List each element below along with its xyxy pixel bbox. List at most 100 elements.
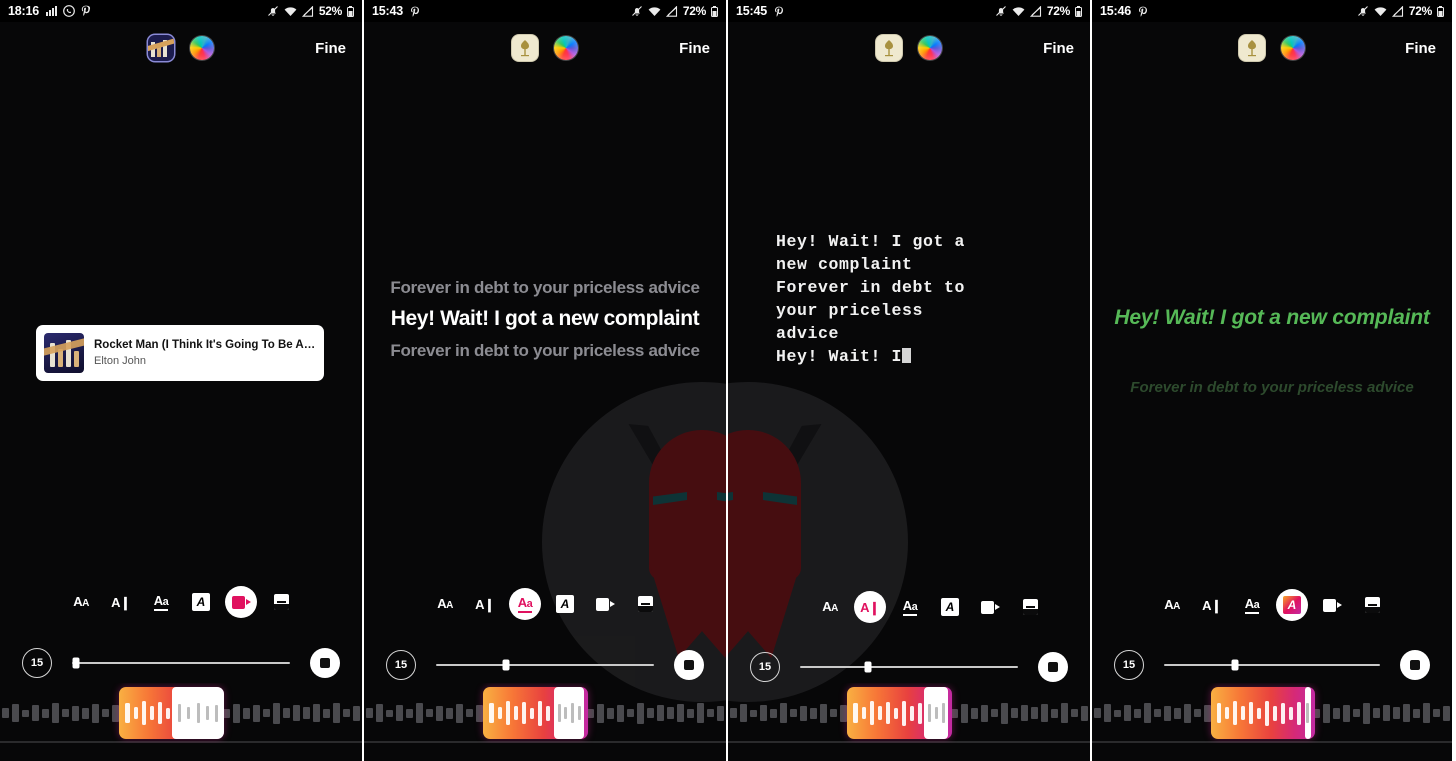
lyric-line-next: Forever in debt to your priceless advice [1130,379,1414,397]
lyrics-text-editor[interactable]: Hey! Wait! I got a new complaint Forever… [776,230,1072,368]
record-stop-button[interactable] [310,648,340,678]
video-effect-tool[interactable] [1312,588,1352,622]
wifi-icon [648,6,661,16]
font-style-tool[interactable]: Aa [505,587,545,621]
pinterest-icon [774,6,783,17]
duration-badge[interactable]: 15 [22,648,52,678]
app-bar: Fine [0,22,362,74]
light-app-icon[interactable] [1239,35,1265,61]
lyrics-overlay[interactable]: Forever in debt to your priceless advice… [364,278,726,361]
duration-badge[interactable]: 15 [386,650,416,680]
color-wheel-icon[interactable] [1281,36,1305,60]
waveform-selection[interactable] [847,687,953,739]
record-stop-button[interactable] [1400,650,1430,680]
text-align-tool[interactable]: A❙ [101,585,141,619]
font-size-tool[interactable]: AA [1152,588,1192,622]
selection-right-handle[interactable] [924,687,949,739]
cellular-icon [665,5,677,17]
font-style-tool[interactable]: Aa [1232,588,1272,622]
cellular-icon [1391,5,1403,17]
nav-bar-line [728,741,1090,743]
lyric-line-active: Hey! Wait! I got a new complaint [1114,306,1430,329]
music-track-card[interactable]: Rocket Man (I Think It's Going To Be A… … [36,325,324,381]
status-right-icons: 72% [1357,4,1444,18]
font-style-tool[interactable]: Aa [890,590,930,624]
position-slider[interactable] [800,657,1018,677]
status-left-icons [45,5,91,17]
lyrics-typed-text: Hey! Wait! I got a new complaint Forever… [776,232,966,366]
appbar-right-label[interactable]: Fine [1405,40,1436,57]
slider-track [1164,664,1380,666]
nav-bar-line [0,741,362,743]
position-slider[interactable] [436,655,654,675]
selection-right-handle[interactable] [171,687,225,739]
text-background-tool[interactable]: A [181,585,221,619]
phone-screen-1: 18:16 52% Fine Rocket Man (I Think It's … [0,0,362,761]
duration-badge[interactable]: 15 [750,652,780,682]
record-stop-button[interactable] [1038,652,1068,682]
text-background-tool[interactable]: A [545,587,585,621]
appbar-right-label[interactable]: Fine [315,40,346,57]
slider-knob[interactable] [502,659,510,671]
waveform-selection[interactable] [1210,687,1316,739]
card-layout-tool[interactable] [261,585,301,619]
pinterest-icon [410,6,419,17]
card-layout-tool[interactable] [1010,590,1050,624]
text-align-tool[interactable]: A❙ [850,590,890,624]
card-layout-tool[interactable] [625,587,665,621]
bell-off-icon [1357,6,1368,16]
color-wheel-icon[interactable] [918,36,942,60]
waveform-scrubber[interactable] [0,683,362,743]
waveform-scrubber[interactable] [728,683,1090,743]
video-effect-tool[interactable] [970,590,1010,624]
screenshot-grid: 18:16 52% Fine Rocket Man (I Think It's … [0,0,1456,761]
wifi-icon [1374,6,1387,16]
waveform-selection[interactable] [119,687,225,739]
waveform-scrubber[interactable] [364,683,726,743]
font-size-tool[interactable]: AA [61,585,101,619]
timer-row: 15 [364,643,726,687]
font-size-tool[interactable]: AA [810,590,850,624]
card-layout-tool[interactable] [1352,588,1392,622]
waveform-scrubber[interactable] [1092,683,1452,743]
color-wheel-icon[interactable] [554,36,578,60]
status-clock: 15:46 [1100,4,1131,18]
text-background-tool[interactable]: A [1272,588,1312,622]
app-bar: Fine [364,22,726,74]
status-bar: 15:43 72% [364,0,726,22]
text-background-tool[interactable]: A [930,590,970,624]
album-thumb-icon[interactable] [148,35,174,61]
status-left-icons [774,5,784,17]
slider-knob[interactable] [72,657,80,669]
light-app-icon[interactable] [876,35,902,61]
text-align-tool[interactable]: A❙ [1192,588,1232,622]
selection-right-handle[interactable] [553,687,585,739]
position-slider[interactable] [1164,655,1380,675]
selection-bars [1211,687,1315,739]
font-size-tool[interactable]: AA [425,587,465,621]
lyrics-overlay[interactable]: Hey! Wait! I got a new complaint Forever… [1092,305,1452,397]
text-align-tool[interactable]: A❙ [465,587,505,621]
slider-knob[interactable] [1231,659,1239,671]
battery-percent: 72% [1408,4,1432,18]
color-wheel-icon[interactable] [190,36,214,60]
waveform-selection[interactable] [483,687,589,739]
font-style-tool[interactable]: Aa [141,585,181,619]
slider-knob[interactable] [864,661,872,673]
light-app-icon[interactable] [512,35,538,61]
status-bar: 18:16 52% [0,0,362,22]
video-effect-tool[interactable] [221,585,261,619]
text-caret [902,348,912,363]
duration-badge[interactable]: 15 [1114,650,1144,680]
appbar-right-label[interactable]: Fine [1043,40,1074,57]
status-bar: 15:45 72% [728,0,1090,22]
video-effect-tool[interactable] [585,587,625,621]
selection-right-handle[interactable] [1304,687,1312,739]
helmet-icon [728,424,823,660]
position-slider[interactable] [72,653,290,673]
timer-row: 15 [0,641,362,685]
appbar-right-label[interactable]: Fine [679,40,710,57]
wifi-icon [1012,6,1025,16]
slider-track [436,664,654,666]
record-stop-button[interactable] [674,650,704,680]
